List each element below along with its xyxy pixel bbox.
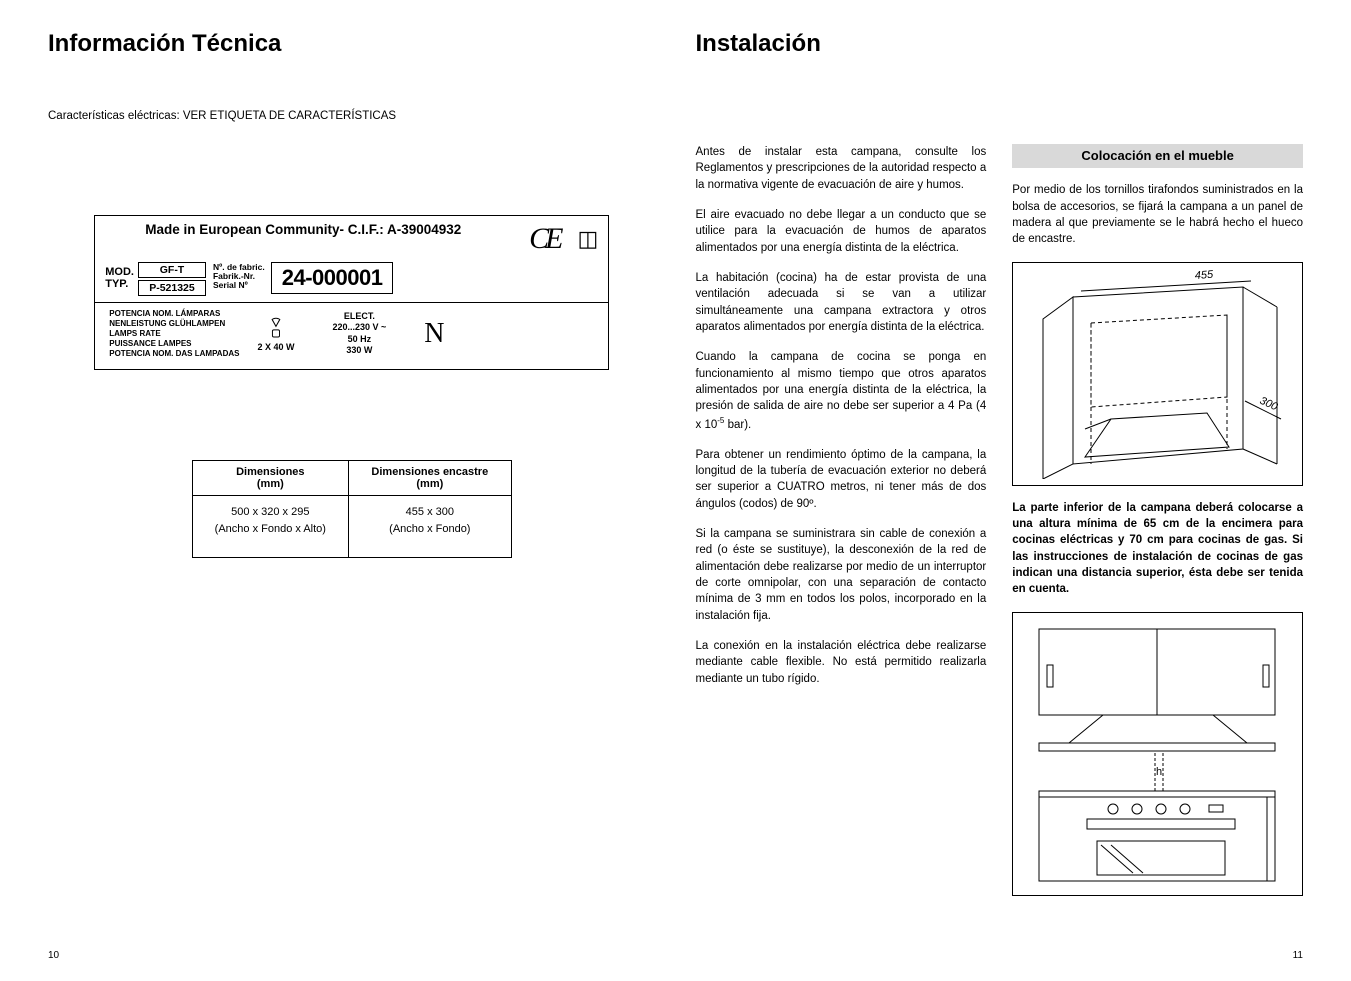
height-warning-note: La parte inferior de la campana deberá c… xyxy=(1012,500,1303,598)
model-pnum: P-521325 xyxy=(138,280,206,296)
right-page: Instalación Antes de instalar esta campa… xyxy=(676,30,1324,961)
install-p2: El aire evacuado no debe llegar a un con… xyxy=(696,207,987,256)
mod-typ-label: MOD. TYP. xyxy=(105,262,134,296)
dim-h-label: h xyxy=(1156,766,1162,778)
mod-label: MOD. xyxy=(105,266,134,279)
lamps-rating-labels: POTENCIA NOM. LÁMPARAS NENLEISTUNG GLÜHL… xyxy=(109,309,239,359)
install-p6: Si la campana se suministrara sin cable … xyxy=(696,526,987,624)
elec-spec-note: Características eléctricas: VER ETIQUETA… xyxy=(48,108,656,125)
ce-mark-icon: CE xyxy=(525,222,563,256)
fabrik-labels: Nº. de fabric. Fabrik.-Nr. Serial Nº xyxy=(210,262,267,296)
dim-455-label: 455 xyxy=(1194,269,1214,282)
install-p4: Cuando la campana de cocina se ponga en … xyxy=(696,349,987,432)
colocacion-p1: Por medio de los tornillos tirafondos su… xyxy=(1012,182,1303,247)
left-title: Información Técnica xyxy=(48,30,656,58)
page-number-left: 10 xyxy=(48,950,59,961)
dimensions-table: Dimensiones (mm) Dimensiones encastre (m… xyxy=(192,460,512,558)
kitchen-elevation-diagram: h xyxy=(1012,612,1303,896)
page-number-right: 11 xyxy=(1293,950,1303,961)
install-p3: La habitación (cocina) ha de estar provi… xyxy=(696,270,987,335)
install-p5: Para obtener un rendimiento óptimo de la… xyxy=(696,447,987,512)
bulb-power: 2 X 40 W xyxy=(257,343,294,352)
bulb-icon: ⌔ ▢ 2 X 40 W xyxy=(257,315,294,352)
plate-divider xyxy=(95,302,608,303)
right-title: Instalación xyxy=(696,30,1304,58)
dim-header-2: Dimensiones encastre (mm) xyxy=(348,460,511,495)
section-title-colocacion: Colocación en el mueble xyxy=(1012,144,1303,168)
install-p7: La conexión en la instalación eléctrica … xyxy=(696,638,987,687)
serial-number: 24-000001 xyxy=(271,262,394,294)
dim-cell-2: 455 x 300 (Ancho x Fondo) xyxy=(348,495,511,557)
mounting-diagram: 455 300 xyxy=(1012,262,1303,486)
double-insulation-icon: ◫ xyxy=(577,222,598,252)
install-figures-col: Colocación en el mueble Por medio de los… xyxy=(1012,144,1303,910)
install-text-col: Antes de instalar esta campana, consulte… xyxy=(696,144,987,910)
left-page: Información Técnica Características eléc… xyxy=(28,30,676,961)
dim-header-1: Dimensiones (mm) xyxy=(192,460,348,495)
plate-made-in: Made in European Community- C.I.F.: A-39… xyxy=(105,222,483,237)
n-mark-icon: N xyxy=(424,318,444,350)
dim-cell-1: 500 x 320 x 295 (Ancho x Fondo x Alto) xyxy=(192,495,348,557)
rating-plate: Made in European Community- C.I.F.: A-39… xyxy=(94,215,609,370)
model-gft: GF-T xyxy=(138,262,206,278)
electrical-block: ELECT. 220...230 V ~ 50 Hz 330 W xyxy=(333,311,387,356)
typ-label: TYP. xyxy=(105,278,134,291)
install-p1: Antes de instalar esta campana, consulte… xyxy=(696,144,987,193)
